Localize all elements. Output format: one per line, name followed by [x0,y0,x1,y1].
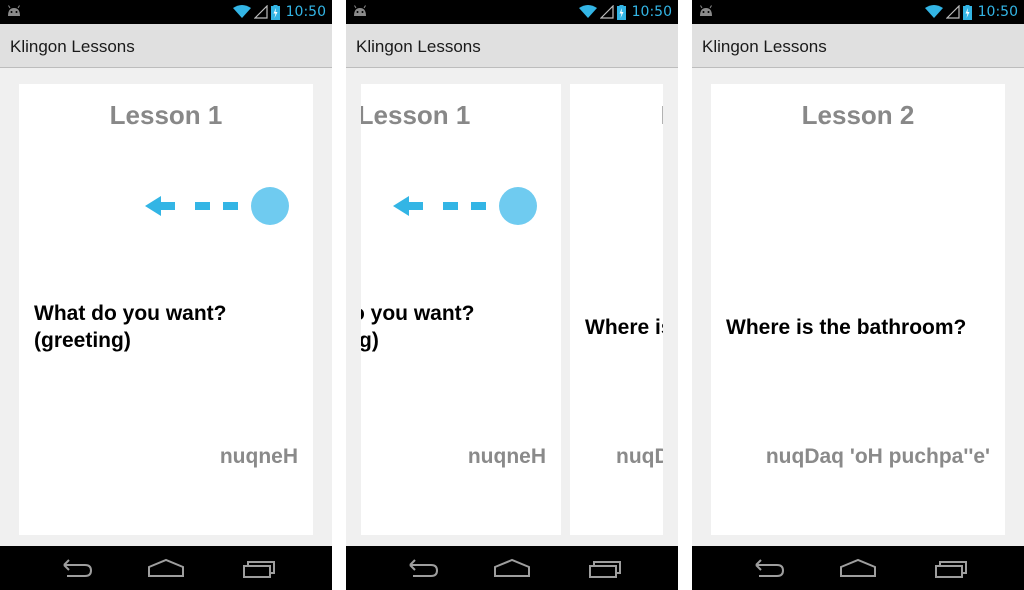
lesson-title: Lesson 1 [109,100,223,130]
status-time: 10:50 [977,4,1018,20]
status-time: 10:50 [631,4,672,20]
navigation-bar [692,546,1024,590]
lesson-pager[interactable]: Lesson 1 What do you want? (greeting) nu… [0,68,332,546]
recent-apps-icon [589,561,621,578]
back-button[interactable] [747,554,787,582]
android-icon [8,5,20,16]
answer-text: nuqDaq 'oH puchpa''e' [616,445,663,468]
battery-charging-icon [270,4,280,20]
lesson-pager[interactable]: Lesson 1 What do you want? (greeting) nu… [346,68,678,546]
action-bar: Klingon Lessons [692,24,1024,68]
lesson-card[interactable]: Lesson 1 What do you want? (greeting) nu… [19,84,313,535]
signal-icon [945,5,960,19]
back-icon [63,559,93,577]
wifi-icon [578,5,597,18]
back-icon [755,559,785,577]
question-text: Where is the bathroom? [726,316,967,339]
status-bar: 10:50 [692,0,1024,24]
battery-charging-icon [616,4,626,20]
question-text: What do you want? (greeting) [34,302,227,352]
question-text: Where is the bathroom? [585,316,663,339]
android-icon [354,5,366,16]
lesson-card[interactable]: Lesson 2 Where is the bathroom? nuqDaq '… [570,84,663,535]
answer-text: nuqDaq 'oH puchpa''e' [765,445,990,468]
lesson-title: Lesson 1 [361,100,471,130]
status-bar: 10:50 [346,0,678,24]
home-icon [494,558,530,577]
signal-icon [599,5,614,19]
android-icon [700,5,712,16]
wifi-icon [232,5,251,18]
app-title: Klingon Lessons [10,37,135,56]
back-icon [409,559,439,577]
app-title: Klingon Lessons [702,37,827,56]
status-bar: 10:50 [0,0,332,24]
action-bar: Klingon Lessons [0,24,332,68]
app-title: Klingon Lessons [356,37,481,56]
home-button[interactable] [492,554,532,582]
answer-text: nuqneH [467,445,546,468]
swipe-left-hint-icon [393,187,537,225]
recent-apps-button[interactable] [585,554,625,582]
recent-apps-icon [935,561,967,578]
lesson-card[interactable]: Lesson 2 Where is the bathroom? nuqDaq '… [711,84,1005,535]
swipe-left-hint-icon [145,187,289,225]
lesson-card[interactable]: Lesson 1 What do you want? (greeting) nu… [361,84,561,535]
home-button[interactable] [838,554,878,582]
signal-icon [253,5,268,19]
navigation-bar [346,546,678,590]
answer-text: nuqneH [219,445,298,468]
status-time: 10:50 [285,4,326,20]
home-button[interactable] [146,554,186,582]
recent-apps-icon [243,561,275,578]
home-icon [148,558,184,577]
phone-screen-2: 10:50 Klingon Lessons Lesson 1 What do y… [346,0,678,590]
lesson-title: Lesson 2 [801,100,915,130]
action-bar: Klingon Lessons [346,24,678,68]
lesson-pager[interactable]: Lesson 2 Where is the bathroom? nuqDaq '… [692,68,1024,546]
recent-apps-button[interactable] [239,554,279,582]
phone-screen-1: 10:50 Klingon Lessons Lesson 1 What do y… [0,0,332,590]
battery-charging-icon [962,4,972,20]
question-text: What do you want? (greeting) [361,302,475,352]
recent-apps-button[interactable] [931,554,971,582]
wifi-icon [924,5,943,18]
lesson-title: Lesson 2 [570,100,663,131]
navigation-bar [0,546,332,590]
home-icon [840,558,876,577]
back-button[interactable] [401,554,441,582]
phone-screen-3: 10:50 Klingon Lessons Lesson 2 Where is … [692,0,1024,590]
back-button[interactable] [55,554,95,582]
